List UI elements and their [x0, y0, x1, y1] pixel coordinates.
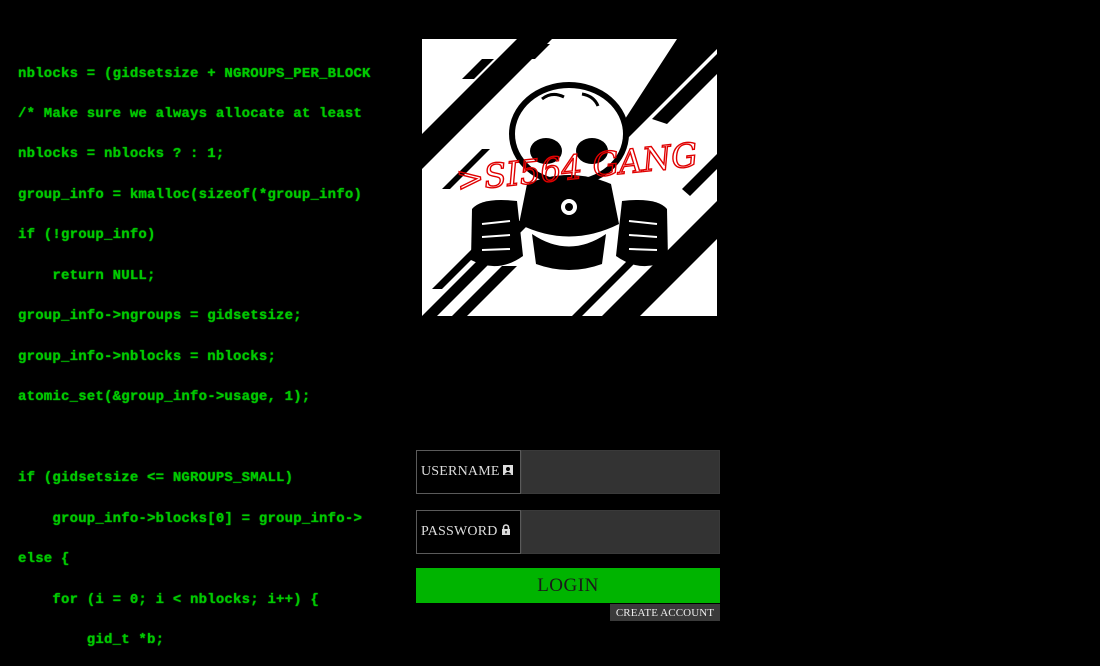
lock-icon: [501, 524, 511, 540]
code-line: group_info->ngroups = gidsetsize;: [18, 308, 302, 324]
code-line: atomic_set(&group_info->usage, 1);: [18, 389, 311, 405]
username-field: USERNAME: [416, 450, 720, 494]
user-icon: [502, 464, 513, 480]
username-label: USERNAME: [416, 450, 521, 494]
code-line: return NULL;: [18, 268, 156, 284]
gang-logo: >SI564 GANG: [422, 39, 717, 316]
username-label-text: USERNAME: [421, 464, 500, 479]
username-input[interactable]: [521, 450, 720, 494]
login-button[interactable]: LOGIN: [416, 568, 720, 603]
code-line: group_info->nblocks = nblocks;: [18, 349, 277, 365]
code-line: for (i = 0; i < nblocks; i++) {: [18, 592, 320, 608]
password-field: PASSWORD: [416, 510, 720, 554]
code-line: group_info->blocks[0] = group_info->: [18, 511, 363, 527]
code-line: if (!group_info): [18, 227, 156, 243]
password-label-text: PASSWORD: [421, 524, 498, 539]
create-account-link[interactable]: CREATE ACCOUNT: [610, 604, 720, 621]
code-line: /* Make sure we always allocate at least: [18, 106, 363, 122]
code-line: nblocks = nblocks ? : 1;: [18, 146, 225, 162]
code-line: gid_t *b;: [18, 632, 165, 648]
skull-gas-mask-icon: >SI564 GANG: [422, 39, 717, 316]
code-line: if (gidsetsize <= NGROUPS_SMALL): [18, 470, 294, 486]
password-input[interactable]: [521, 510, 720, 554]
password-label: PASSWORD: [416, 510, 521, 554]
code-line: nblocks = (gidsetsize + NGROUPS_PER_BLOC…: [18, 66, 371, 82]
code-line: else {: [18, 551, 70, 567]
